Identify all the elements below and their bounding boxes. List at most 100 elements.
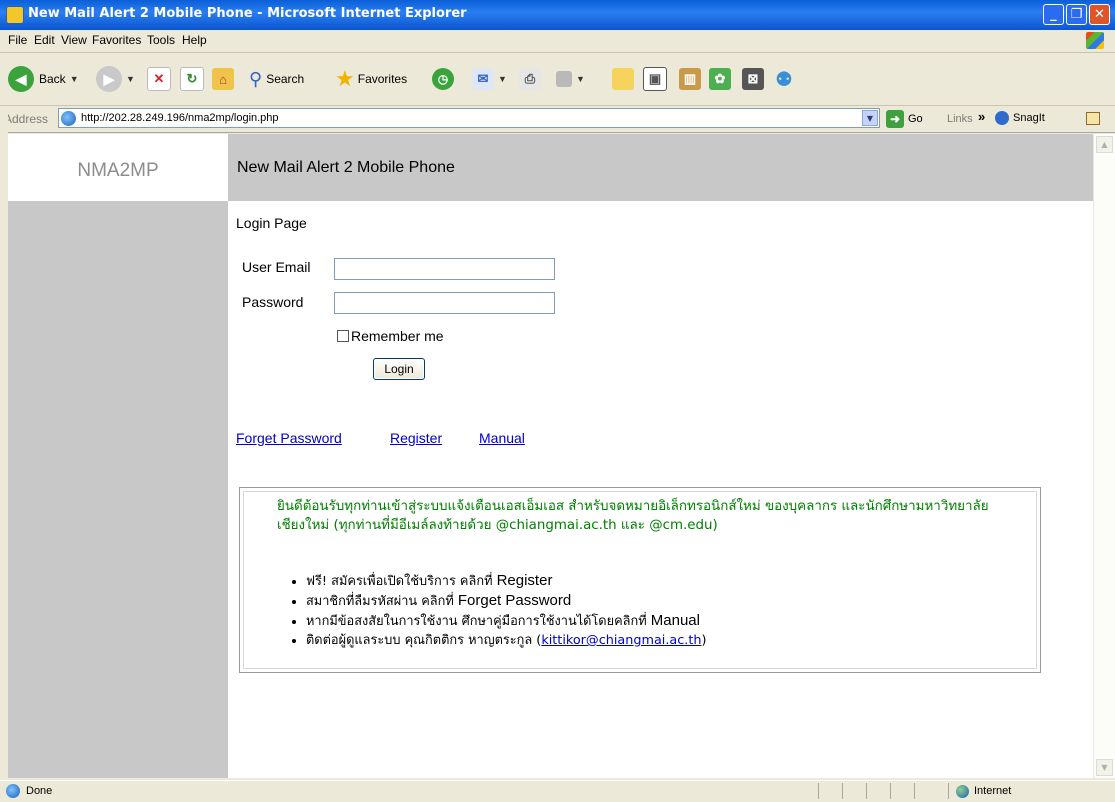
close-button[interactable]: ✕ — [1089, 4, 1110, 25]
list-item: ฟรี! สมัครเพื่อเปิดใช้บริการ คลิกที่ Reg… — [306, 571, 986, 591]
list-item: สมาชิกที่ลืมรหัสผ่าน คลิกที่ Forget Pass… — [306, 591, 986, 611]
list-item-keyword: Manual — [650, 612, 700, 629]
ie-page-icon — [6, 784, 20, 798]
messenger-button[interactable]: ▣ — [643, 65, 667, 93]
history-button[interactable]: ◷ — [432, 65, 454, 93]
address-input[interactable]: http://202.28.249.196/nma2mp/login.php ▼ — [58, 108, 880, 128]
list-item: หากมีข้อสงสัยในการใช้งาน ศึกษาคู่มือการใ… — [306, 611, 986, 631]
edit-button[interactable]: ▼ — [556, 65, 585, 93]
menu-help[interactable]: Help — [182, 33, 207, 47]
menu-tools[interactable]: Tools — [147, 33, 175, 47]
folder-button[interactable] — [612, 65, 634, 93]
back-button[interactable]: ◀ Back ▼ — [8, 65, 79, 93]
status-bar: Done Internet — [0, 780, 1115, 802]
document-icon: ▣ — [643, 67, 667, 91]
remember-me[interactable]: Remember me — [337, 328, 444, 344]
left-sidebar — [8, 134, 228, 778]
maximize-button[interactable]: ❐ — [1066, 4, 1087, 25]
star-icon: ★ — [335, 66, 355, 91]
status-divider — [818, 783, 819, 799]
status-divider — [890, 783, 891, 799]
status-divider — [842, 783, 843, 799]
go-label: Go — [908, 113, 923, 125]
list-item-keyword: Forget Password — [457, 592, 572, 609]
refresh-button[interactable]: ↻ — [180, 65, 204, 93]
address-url: http://202.28.249.196/nma2mp/login.php — [81, 112, 279, 124]
snapshot-icon: ⊠ — [742, 68, 764, 90]
password-field[interactable] — [334, 292, 555, 314]
print-icon: ⎙ — [519, 68, 541, 90]
links-label[interactable]: Links — [947, 113, 973, 125]
address-dropdown-icon[interactable]: ▼ — [862, 110, 878, 126]
history-icon: ◷ — [432, 68, 454, 90]
manual-link[interactable]: Manual — [479, 430, 525, 446]
login-button[interactable]: Login — [373, 358, 425, 380]
menu-edit[interactable]: Edit — [34, 33, 55, 47]
status-divider — [948, 783, 949, 799]
status-divider — [866, 783, 867, 799]
snagit-icon — [995, 111, 1009, 125]
internet-globe-icon — [956, 785, 969, 798]
status-divider — [914, 783, 915, 799]
brand-cell: NMA2MP — [8, 134, 228, 201]
print-button[interactable]: ⎙ — [519, 65, 541, 93]
email-label: User Email — [242, 259, 311, 275]
buddy-button[interactable]: ✿ — [709, 65, 731, 93]
menu-view[interactable]: View — [61, 33, 87, 47]
chevron-down-icon: ▼ — [576, 74, 585, 84]
search-button[interactable]: ⚲ Search — [249, 65, 304, 93]
scroll-up-icon[interactable]: ▲ — [1096, 136, 1113, 153]
go-button[interactable]: ➜ Go — [886, 110, 923, 128]
people-button[interactable]: ⚉ — [775, 65, 793, 93]
header-title: New Mail Alert 2 Mobile Phone — [237, 159, 455, 176]
search-icon: ⚲ — [249, 68, 263, 89]
favorites-label: Favorites — [357, 72, 408, 86]
list-item-text: หากมีข้อสงสัยในการใช้งาน ศึกษาคู่มือการใ… — [306, 614, 651, 629]
ie-logo-icon — [6, 6, 24, 24]
remember-label: Remember me — [351, 328, 444, 344]
page-viewport: NMA2MP New Mail Alert 2 Mobile Phone Log… — [8, 134, 1093, 778]
page-heading: Login Page — [236, 215, 307, 231]
scroll-down-icon[interactable]: ▼ — [1096, 759, 1113, 776]
back-arrow-icon: ◀ — [8, 66, 34, 92]
menu-bar: File Edit View Favorites Tools Help — [0, 30, 1115, 53]
status-text: Done — [26, 785, 53, 797]
windows-logo-icon — [1086, 32, 1104, 49]
forget-password-link[interactable]: Forget Password — [236, 430, 342, 446]
favorites-button[interactable]: ★ Favorites — [335, 65, 407, 93]
info-list: ฟรี! สมัครเพื่อเปิดใช้บริการ คลิกที่ Reg… — [292, 571, 986, 650]
main-content: Login Page User Email Password Remember … — [228, 201, 1093, 778]
address-label: Address — [4, 112, 49, 126]
admin-email-link[interactable]: kittikor@chiangmai.ac.th — [541, 633, 701, 648]
list-item: ติดต่อผู้ดูแลระบบ คุณกิตติกร หาญตระกูล (… — [306, 631, 986, 650]
puzzle-icon: ✿ — [709, 68, 731, 90]
address-bar: Address http://202.28.249.196/nma2mp/log… — [0, 106, 1115, 133]
chevron-down-icon: ▼ — [69, 74, 79, 84]
ie-page-icon — [61, 111, 76, 126]
research-button[interactable]: ▥ — [679, 65, 701, 93]
register-link[interactable]: Register — [390, 430, 442, 446]
remember-checkbox[interactable] — [337, 330, 349, 342]
home-button[interactable]: ⌂ — [212, 65, 234, 93]
email-field[interactable] — [334, 258, 555, 280]
info-panel: ยินดีต้อนรับทุกท่านเข้าสู่ระบบแจ้งเตือนเ… — [239, 487, 1041, 673]
vertical-scrollbar[interactable]: ▲ ▼ — [1093, 134, 1115, 778]
books-icon: ▥ — [679, 68, 701, 90]
forward-button[interactable]: ▶ ▼ — [96, 65, 135, 93]
snapshot-button[interactable]: ⊠ — [742, 65, 764, 93]
menu-file[interactable]: File — [8, 33, 27, 47]
mail-button[interactable]: ✉ ▼ — [472, 65, 507, 93]
go-arrow-icon: ➜ — [886, 110, 904, 128]
folder-icon — [612, 68, 634, 90]
refresh-icon: ↻ — [180, 67, 204, 91]
title-bar: New Mail Alert 2 Mobile Phone - Microsof… — [0, 0, 1115, 30]
menu-favorites[interactable]: Favorites — [92, 33, 141, 47]
snagit-options-icon[interactable] — [1086, 112, 1100, 125]
links-chevron-icon[interactable]: » — [978, 109, 985, 124]
mail-icon: ✉ — [472, 68, 494, 90]
toolbar: ◀ Back ▼ ▶ ▼ ✕ ↻ ⌂ ⚲ Search ★ Favorites … — [0, 53, 1115, 106]
stop-button[interactable]: ✕ — [147, 65, 171, 93]
window-title: New Mail Alert 2 Mobile Phone - Microsof… — [28, 6, 467, 21]
minimize-button[interactable]: _ — [1043, 4, 1064, 25]
snagit-button[interactable]: SnagIt — [995, 111, 1045, 125]
